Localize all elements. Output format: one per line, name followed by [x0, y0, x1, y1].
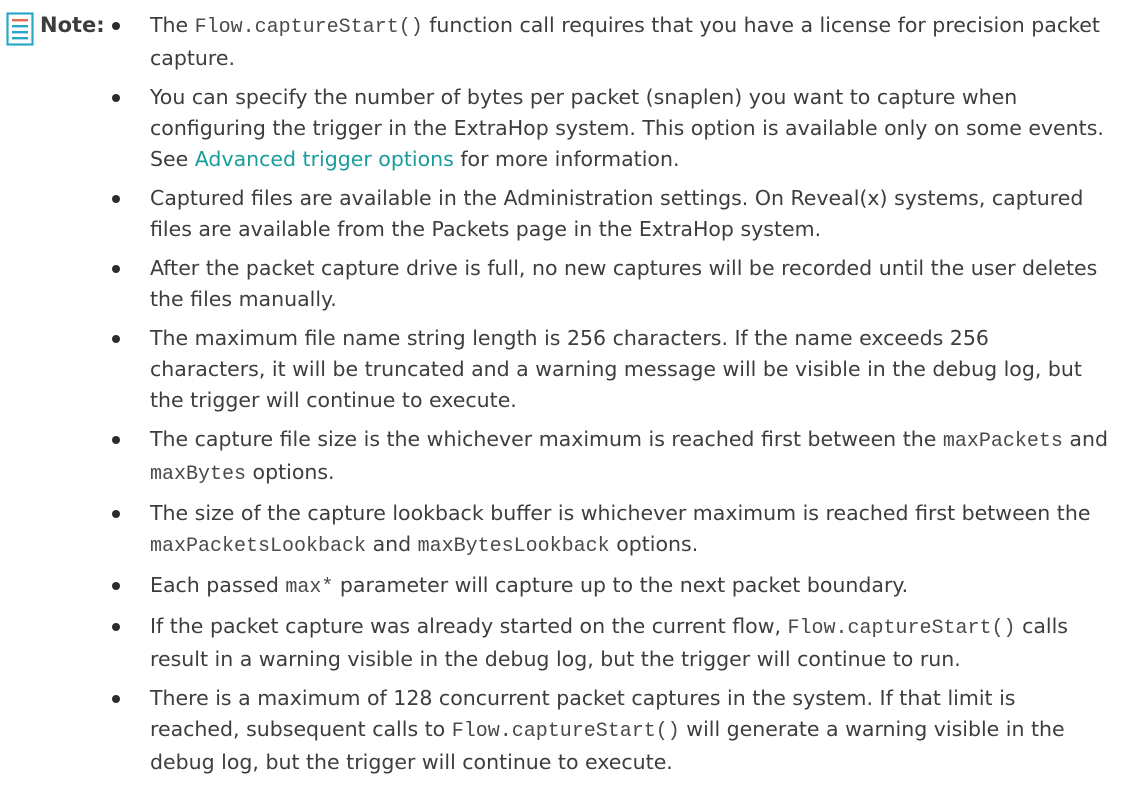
list-item: Each passed max* parameter will capture …: [110, 570, 1110, 603]
item-text: The: [150, 13, 195, 37]
item-text: parameter will capture up to the next pa…: [333, 573, 909, 597]
list-item: You can specify the number of bytes per …: [110, 82, 1110, 175]
list-item: The size of the capture lookback buffer …: [110, 498, 1110, 562]
bullet-icon: [112, 436, 120, 444]
item-text: and: [366, 532, 418, 556]
item-text: If the packet capture was already starte…: [150, 614, 788, 638]
code-flow-capturestart: Flow.captureStart(): [451, 720, 680, 743]
code-maxbytes: maxBytes: [150, 463, 247, 486]
bullet-icon: [112, 623, 120, 631]
list-item: Captured files are available in the Admi…: [110, 183, 1110, 245]
list-item: There is a maximum of 128 concurrent pac…: [110, 683, 1110, 778]
item-text: The capture file size is the whichever m…: [150, 427, 943, 451]
bullet-icon: [112, 695, 120, 703]
item-text: and: [1062, 427, 1108, 451]
note-block: Note: The Flow.captureStart() function c…: [0, 0, 1125, 803]
note-list: The Flow.captureStart() function call re…: [110, 10, 1110, 786]
advanced-trigger-options-link[interactable]: Advanced trigger options: [195, 147, 454, 171]
bullet-icon: [112, 94, 120, 102]
code-flow-capturestart: Flow.captureStart(): [194, 16, 423, 39]
item-text: options.: [609, 532, 699, 556]
note-icon: [6, 12, 34, 46]
item-text: After the packet capture drive is full, …: [150, 256, 1098, 311]
item-text: options.: [246, 460, 335, 484]
item-text: The maximum file name string length is 2…: [150, 326, 1082, 412]
code-maxpacketslookback: maxPacketsLookback: [150, 535, 367, 558]
bullet-icon: [112, 335, 120, 343]
note-label: Note:: [40, 13, 105, 37]
bullet-icon: [112, 510, 120, 518]
item-text: The size of the capture lookback buffer …: [150, 501, 1091, 525]
code-flow-capturestart: Flow.captureStart(): [787, 617, 1016, 640]
bullet-icon: [112, 195, 120, 203]
list-item: The Flow.captureStart() function call re…: [110, 10, 1110, 74]
bullet-icon: [112, 265, 120, 273]
code-maxbyteslookback: maxBytesLookback: [417, 535, 610, 558]
item-text: Captured files are available in the Admi…: [150, 186, 1084, 241]
item-text: for more information.: [453, 147, 680, 171]
code-max-wildcard: max*: [285, 576, 334, 599]
list-item: After the packet capture drive is full, …: [110, 253, 1110, 315]
bullet-icon: [112, 582, 120, 590]
bullet-icon: [112, 22, 120, 30]
item-text: Each passed: [150, 573, 286, 597]
list-item: The maximum file name string length is 2…: [110, 323, 1110, 416]
list-item: The capture file size is the whichever m…: [110, 424, 1110, 490]
code-maxpackets: maxPackets: [942, 430, 1063, 453]
list-item: If the packet capture was already starte…: [110, 611, 1110, 675]
